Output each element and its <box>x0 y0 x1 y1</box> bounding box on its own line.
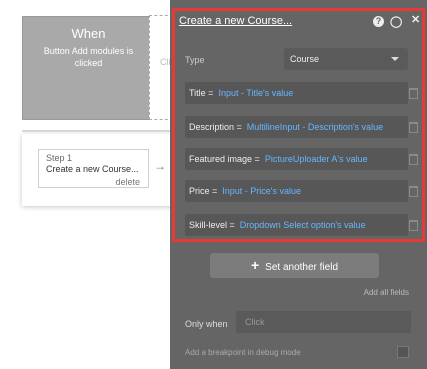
debug-breakpoint-label: Add a breakpoint in debug mode <box>185 348 301 357</box>
field-label: Description = <box>189 122 242 132</box>
field-text: Description = MultilineInput - Descripti… <box>189 122 383 132</box>
field-row-skill-level[interactable]: Skill-level = Dropdown Select option's v… <box>185 214 408 236</box>
action-area: Step 1 Create a new Course... delete → <box>22 134 177 206</box>
field-value[interactable]: Input - Title's value <box>218 88 293 98</box>
arrow-right-icon[interactable]: → <box>154 159 166 173</box>
set-another-field-button[interactable]: + Set another field <box>210 253 379 278</box>
field-label: Skill-level = <box>189 220 235 230</box>
editor-title[interactable]: Create a new Course... <box>179 15 292 27</box>
only-when-input[interactable]: Click <box>236 311 411 333</box>
only-when-placeholder: Click <box>245 317 265 327</box>
field-row-title[interactable]: Title = Input - Title's value <box>185 82 408 104</box>
trash-icon[interactable] <box>409 220 418 231</box>
event-title: When <box>71 26 106 41</box>
debug-breakpoint-checkbox[interactable] <box>397 346 409 358</box>
field-label: Price = <box>189 186 218 196</box>
event-card[interactable]: When Button Add modules is clicked <box>22 16 155 120</box>
set-another-field-label: Set another field <box>265 262 338 273</box>
field-value[interactable]: Input - Price's value <box>222 186 301 196</box>
comment-icon[interactable]: ◯ <box>390 15 402 28</box>
trash-icon[interactable] <box>409 154 418 165</box>
help-icon[interactable]: ? <box>373 16 384 27</box>
property-editor: Create a new Course... ? ◯ ✕ Type Course… <box>170 0 427 369</box>
only-when-label: Only when <box>185 319 228 329</box>
add-event-placeholder-text: Cli <box>160 57 171 67</box>
field-text: Featured image = PictureUploader A's val… <box>189 154 368 164</box>
trash-icon[interactable] <box>409 186 418 197</box>
trash-icon[interactable] <box>409 122 418 133</box>
field-row-description[interactable]: Description = MultilineInput - Descripti… <box>185 116 408 138</box>
type-label: Type <box>185 55 205 65</box>
field-label: Featured image = <box>189 154 260 164</box>
trash-icon[interactable] <box>409 88 418 99</box>
chevron-down-icon <box>391 57 399 61</box>
step-delete-link[interactable]: delete <box>115 177 140 187</box>
plus-icon: + <box>250 257 260 273</box>
close-icon[interactable]: ✕ <box>411 13 420 26</box>
field-row-featured-image[interactable]: Featured image = PictureUploader A's val… <box>185 148 408 170</box>
step-number: Step 1 <box>46 153 73 163</box>
field-row-price[interactable]: Price = Input - Price's value <box>185 180 408 202</box>
event-description: Button Add modules is clicked <box>43 46 134 68</box>
field-label: Title = <box>189 88 214 98</box>
field-text: Price = Input - Price's value <box>189 186 301 196</box>
field-value[interactable]: PictureUploader A's value <box>265 154 368 164</box>
field-text: Skill-level = Dropdown Select option's v… <box>189 220 366 230</box>
field-value[interactable]: MultilineInput - Description's value <box>247 122 383 132</box>
step-card[interactable]: Step 1 Create a new Course... delete <box>38 149 149 188</box>
field-value[interactable]: Dropdown Select option's value <box>240 220 366 230</box>
add-all-fields-link[interactable]: Add all fields <box>364 288 409 297</box>
type-value: Course <box>290 54 320 64</box>
step-name: Create a new Course... <box>46 164 139 174</box>
workflow-timeline <box>22 130 182 132</box>
field-text: Title = Input - Title's value <box>189 88 293 98</box>
type-dropdown[interactable]: Course <box>284 48 408 70</box>
